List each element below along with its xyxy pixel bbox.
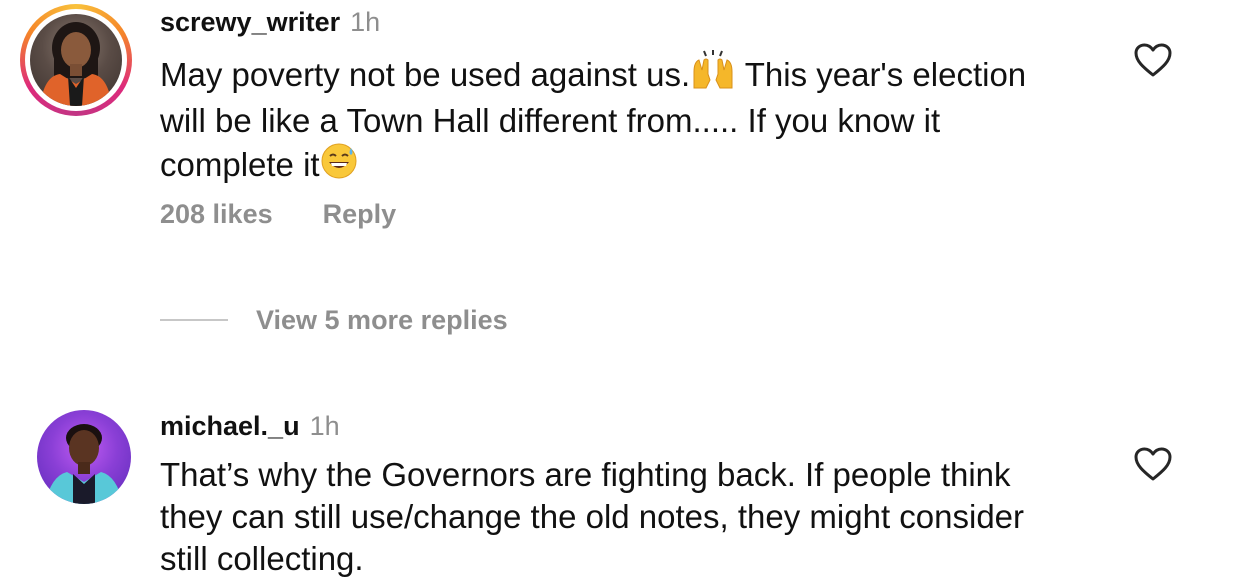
heart-icon[interactable] (1133, 446, 1173, 482)
view-more-replies-label: View 5 more replies (256, 304, 508, 335)
timestamp: 1h (350, 7, 381, 37)
heart-icon[interactable] (1133, 42, 1173, 78)
avatar[interactable] (30, 14, 122, 106)
comments-thread: screwy_writer 1h May poverty not be used … (0, 0, 1242, 578)
comment-text-part: May poverty not be used against us. (160, 56, 691, 93)
reply-button[interactable]: Reply (323, 199, 397, 229)
timestamp: 1h (309, 411, 340, 441)
username[interactable]: michael._u (160, 411, 300, 441)
likes-count[interactable]: 208 likes (160, 199, 273, 229)
divider (160, 319, 228, 321)
comment-actions: 208 likes Reply (160, 198, 396, 230)
raising-hands-icon (690, 50, 736, 100)
story-ring[interactable] (20, 4, 132, 116)
comment-text: That’s why the Governors are fighting ba… (160, 456, 1025, 577)
comment-header: screwy_writer 1h (160, 6, 380, 38)
grinning-sweat-icon (320, 142, 358, 190)
view-more-replies-button[interactable]: View 5 more replies (160, 302, 508, 338)
comment-header: michael._u 1h (160, 410, 340, 442)
comment-text: May poverty not be used against us. This… (160, 50, 1060, 190)
avatar[interactable] (37, 410, 131, 504)
username[interactable]: screwy_writer (160, 7, 340, 37)
comment-1: screwy_writer 1h May poverty not be used … (0, 0, 1242, 250)
